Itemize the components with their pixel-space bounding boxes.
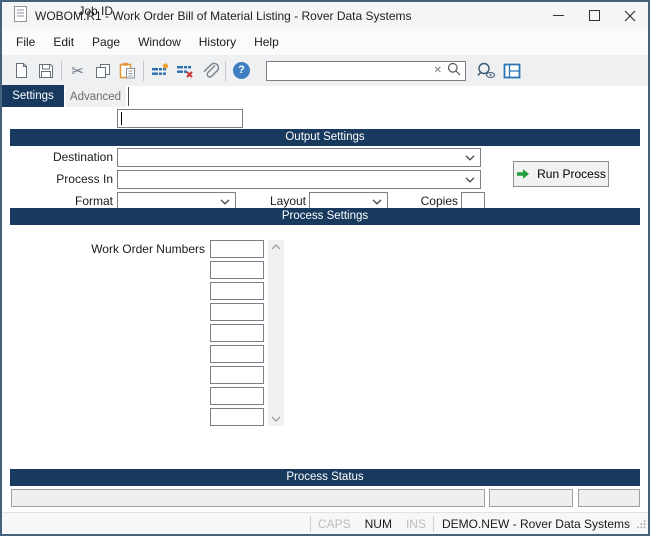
job-id-label: Job ID	[78, 4, 113, 18]
process-status-field	[578, 489, 640, 507]
resize-grip-icon[interactable]	[636, 518, 646, 532]
app-window: WOBOM.R1 - Work Order Bill of Material L…	[0, 0, 650, 536]
attach-button[interactable]	[197, 58, 222, 83]
tab-divider	[128, 87, 129, 106]
tab-settings[interactable]: Settings	[2, 85, 64, 107]
statusbar-separator	[432, 515, 434, 532]
table-view-button[interactable]	[499, 58, 524, 83]
chevron-down-icon	[465, 177, 475, 183]
paste-icon	[119, 62, 135, 79]
copy-button[interactable]	[90, 58, 115, 83]
menu-window[interactable]: Window	[129, 31, 190, 53]
work-order-input[interactable]	[210, 240, 264, 258]
work-order-input[interactable]	[210, 345, 264, 363]
process-status-header: Process Status	[10, 469, 640, 486]
process-status-field	[11, 489, 485, 507]
copy-icon	[95, 63, 110, 78]
ins-indicator: INS	[405, 516, 426, 531]
work-order-input[interactable]	[210, 366, 264, 384]
cut-button[interactable]: ✂	[65, 58, 90, 83]
add-rows-button[interactable]	[147, 58, 172, 83]
scroll-up-icon[interactable]	[271, 244, 281, 250]
text-caret	[121, 112, 122, 125]
menu-help[interactable]: Help	[245, 31, 288, 53]
work-order-input[interactable]	[210, 324, 264, 342]
run-process-label: Run Process	[537, 167, 606, 181]
window-controls	[540, 2, 648, 29]
run-arrow-icon	[517, 169, 530, 179]
toolbar-separator	[143, 60, 144, 81]
maximize-icon	[588, 10, 600, 21]
paperclip-icon	[203, 62, 219, 78]
minimize-icon	[552, 15, 564, 16]
process-status-field	[489, 489, 573, 507]
cut-icon: ✂	[71, 62, 84, 80]
work-order-input[interactable]	[210, 282, 264, 300]
work-order-input[interactable]	[210, 387, 264, 405]
environment-label: DEMO.NEW - Rover Data Systems	[441, 516, 630, 531]
maximize-button[interactable]	[576, 2, 612, 29]
toolbar-search: ✕	[266, 60, 466, 81]
search-input[interactable]	[273, 63, 429, 78]
search-clear-icon[interactable]: ✕	[429, 65, 447, 76]
delete-rows-button[interactable]	[172, 58, 197, 83]
destination-label: Destination	[52, 150, 113, 164]
search-icon[interactable]	[447, 62, 461, 79]
process-settings-header: Process Settings	[10, 208, 640, 225]
chevron-down-icon	[220, 199, 230, 205]
work-order-scrollbar[interactable]	[268, 240, 284, 426]
toolbar-separator	[225, 60, 226, 81]
scroll-down-icon[interactable]	[271, 416, 281, 422]
paste-button[interactable]	[115, 58, 140, 83]
find-record-icon	[477, 62, 496, 78]
work-order-input[interactable]	[210, 303, 264, 321]
add-rows-icon	[151, 62, 168, 75]
toolbar: ✂ ? ✕	[2, 55, 648, 86]
menu-page[interactable]: Page	[83, 31, 129, 53]
process-in-label: Process In	[56, 172, 113, 186]
menu-edit[interactable]: Edit	[44, 31, 83, 53]
save-button[interactable]	[33, 58, 58, 83]
menu-file[interactable]: File	[7, 31, 44, 53]
menu-bar: File Edit Page Window History Help	[2, 29, 648, 55]
work-order-input[interactable]	[210, 408, 264, 426]
save-icon	[38, 63, 53, 78]
find-record-button[interactable]	[474, 58, 499, 83]
close-icon	[624, 10, 636, 21]
chevron-down-icon	[372, 199, 382, 205]
process-in-select[interactable]	[117, 170, 481, 189]
menu-history[interactable]: History	[190, 31, 245, 53]
destination-select[interactable]	[117, 148, 481, 167]
delete-rows-icon	[176, 65, 193, 78]
work-order-numbers-label: Work Order Numbers	[91, 242, 205, 256]
status-bar: CAPS NUM INS DEMO.NEW - Rover Data Syste…	[2, 512, 648, 534]
num-indicator: NUM	[364, 516, 392, 531]
tab-advanced[interactable]: Advanced	[65, 86, 126, 107]
chevron-down-icon	[465, 155, 475, 161]
work-order-input[interactable]	[210, 261, 264, 279]
help-button[interactable]: ?	[229, 58, 254, 83]
minimize-button[interactable]	[540, 2, 576, 29]
toolbar-separator	[61, 60, 62, 81]
job-id-input[interactable]	[117, 109, 243, 128]
help-icon: ?	[233, 62, 250, 79]
new-document-button[interactable]	[8, 58, 33, 83]
new-document-icon	[15, 63, 27, 78]
run-process-button[interactable]: Run Process	[513, 161, 609, 187]
close-button[interactable]	[612, 2, 648, 29]
table-view-icon	[503, 63, 520, 78]
caps-indicator: CAPS	[317, 516, 351, 531]
output-settings-header: Output Settings	[10, 129, 640, 146]
